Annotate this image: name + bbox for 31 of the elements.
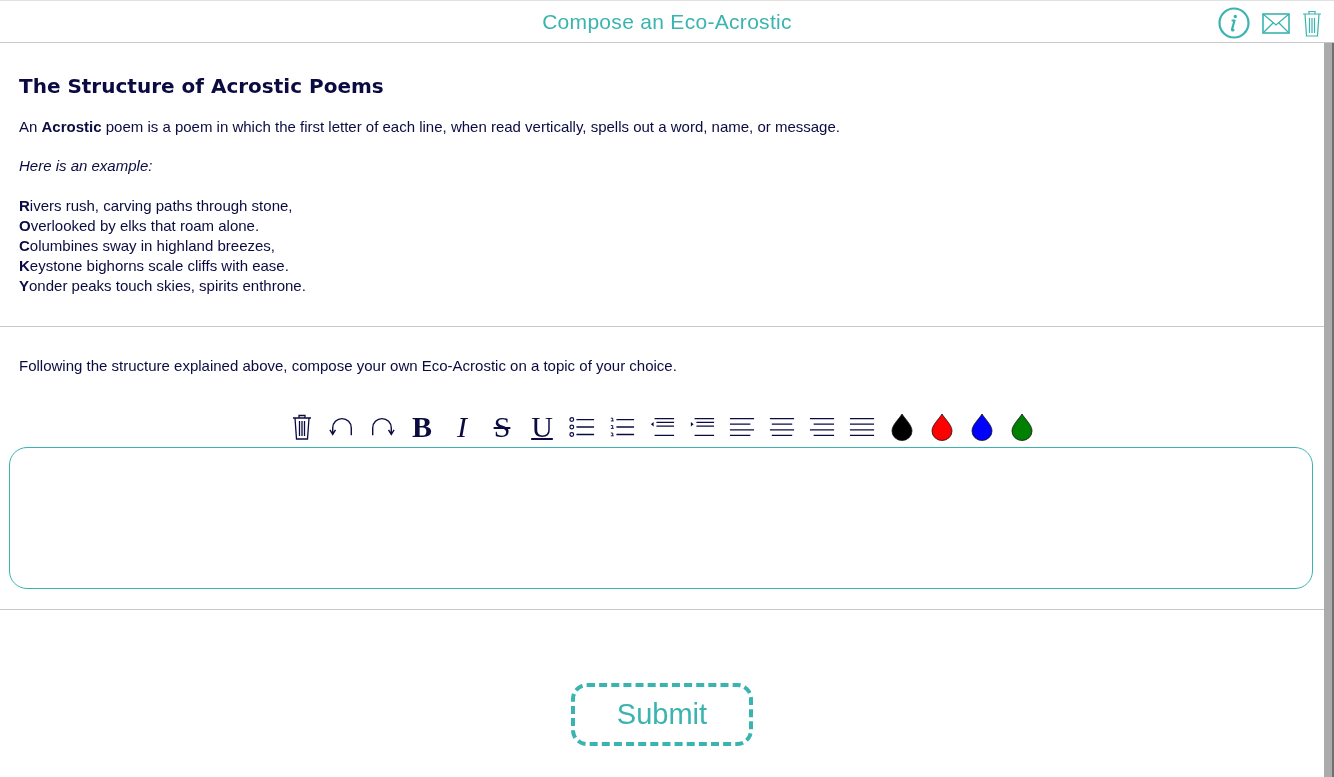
italic-button[interactable]: I [449, 410, 475, 443]
text-editor-field[interactable] [9, 447, 1313, 589]
ink-drop-icon[interactable] [1011, 412, 1033, 441]
bulleted-list-icon[interactable] [569, 415, 595, 438]
align-center-icon[interactable] [769, 415, 795, 438]
poem-line: Keystone bighorns scale cliffs with ease. [19, 256, 290, 276]
ink-drop-icon[interactable] [891, 412, 913, 441]
scrollbar-thumb[interactable] [1324, 43, 1334, 777]
definition-text: An Acrostic poem is a poem in which the first letter of each line, when read vertically, spells out a word, name, or message. [19, 117, 841, 137]
poem-line: Overlooked by elks that roam alone. [19, 216, 261, 236]
section-heading: The Structure of Acrostic Poems [19, 74, 385, 98]
align-right-icon[interactable] [809, 415, 835, 438]
bold-button[interactable]: B [409, 410, 435, 443]
align-left-icon[interactable] [729, 415, 755, 438]
align-justify-icon[interactable] [849, 415, 875, 438]
undo-icon[interactable] [329, 416, 355, 437]
trash-icon[interactable] [292, 413, 312, 440]
ink-drop-icon[interactable] [931, 412, 953, 441]
instruction-text: Following the structure explained above, compose your own Eco-Acrostic on a topic of your choice. [19, 356, 678, 376]
example-intro: Here is an example: [19, 156, 154, 176]
indent-icon[interactable] [689, 415, 715, 438]
ink-drop-icon[interactable] [971, 412, 993, 441]
outdent-icon[interactable] [649, 415, 675, 438]
poem-line: Yonder peaks touch skies, spirits enthrone. [19, 276, 307, 296]
underline-button[interactable]: U [529, 410, 555, 443]
redo-icon[interactable] [369, 416, 395, 437]
poem-line: Columbines sway in highland breezes, [19, 236, 276, 256]
poem-line: Rivers rush, carving paths through stone, [19, 196, 294, 216]
strike-button[interactable]: S [489, 410, 515, 443]
page-title: Compose an Eco-Acrostic [542, 9, 792, 34]
numbered-list-icon[interactable] [609, 415, 635, 438]
